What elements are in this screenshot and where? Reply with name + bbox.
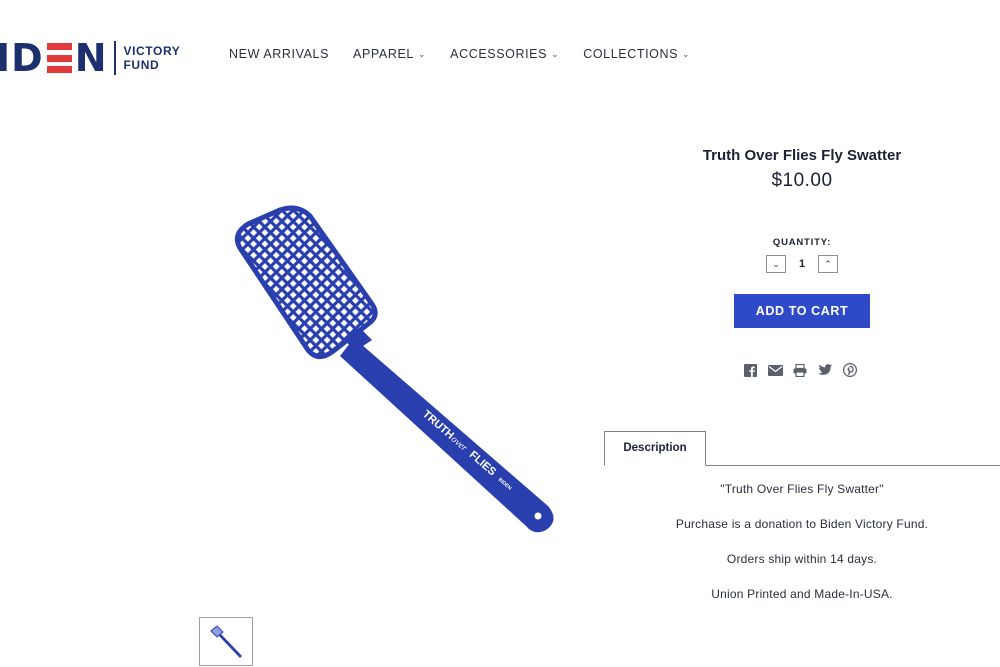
product-tabs: Description — [604, 431, 1000, 466]
description-line: Purchase is a donation to Biden Victory … — [675, 517, 929, 531]
logo-letters-right: N — [74, 36, 108, 80]
nav-collections[interactable]: COLLECTIONS ⌄ — [583, 47, 690, 61]
logo-subtitle: VICTORY FUND — [124, 44, 181, 72]
email-icon[interactable] — [767, 362, 783, 378]
chevron-down-icon: ⌄ — [418, 48, 427, 59]
quantity-decrease-button[interactable]: ⌄ — [766, 255, 786, 273]
nav-apparel[interactable]: APPAREL ⌄ — [353, 47, 426, 61]
print-icon[interactable] — [792, 362, 808, 378]
chevron-down-icon: ⌄ — [551, 48, 560, 59]
description-line: "Truth Over Flies Fly Swatter" — [720, 482, 884, 496]
product-thumbnail[interactable] — [199, 617, 253, 666]
product-title: Truth Over Flies Fly Swatter — [702, 147, 902, 164]
quantity-label: QUANTITY: — [772, 237, 832, 248]
logo-wordmark: ID N — [0, 36, 108, 80]
nav-label: NEW ARRIVALS — [229, 47, 330, 61]
fly-swatter-image: TRUTH over FLIES BIDEN — [234, 205, 554, 533]
nav-new-arrivals[interactable]: NEW ARRIVALS — [229, 47, 329, 61]
chevron-down-icon: ⌄ — [682, 48, 691, 59]
nav-label: ACCESSORIES — [450, 47, 548, 61]
pinterest-icon[interactable] — [842, 362, 858, 378]
quantity-stepper: ⌄ 1 ⌃ — [604, 255, 1000, 273]
fly-swatter-thumbnail-icon — [210, 624, 242, 658]
product-price: $10.00 — [771, 170, 833, 191]
main-nav: NEW ARRIVALS APPAREL ⌄ ACCESSORIES ⌄ COL… — [229, 47, 690, 61]
add-to-cart-button[interactable]: ADD TO CART — [734, 294, 870, 328]
logo-line-victory: VICTORY — [123, 44, 181, 58]
share-icons — [600, 362, 1000, 378]
logo-letters-left: ID — [0, 36, 44, 80]
product-info: Truth Over Flies Fly Swatter $10.00 QUAN… — [604, 140, 1000, 378]
twitter-icon[interactable] — [817, 362, 833, 378]
nav-label: COLLECTIONS — [583, 47, 679, 61]
description-line: Union Printed and Made-In-USA. — [711, 587, 893, 601]
product-image[interactable]: TRUTH over FLIES BIDEN — [200, 200, 570, 540]
logo-e-stripes — [46, 43, 72, 73]
nav-label: APPAREL — [353, 47, 414, 61]
description-line: Orders ship within 14 days. — [726, 552, 878, 566]
facebook-icon[interactable] — [742, 362, 758, 378]
quantity-increase-button[interactable]: ⌃ — [818, 255, 838, 273]
logo-divider — [113, 41, 116, 75]
quantity-value[interactable]: 1 — [796, 258, 808, 270]
site-header: ID N VICTORY FUND NEW ARRIVALS APPAREL ⌄… — [0, 0, 1000, 110]
product-description: "Truth Over Flies Fly Swatter" Purchase … — [604, 481, 1000, 621]
nav-accessories[interactable]: ACCESSORIES ⌄ — [450, 47, 559, 61]
logo-line-fund: FUND — [123, 58, 160, 72]
site-logo[interactable]: ID N VICTORY FUND — [0, 36, 180, 80]
tab-description[interactable]: Description — [604, 431, 706, 466]
